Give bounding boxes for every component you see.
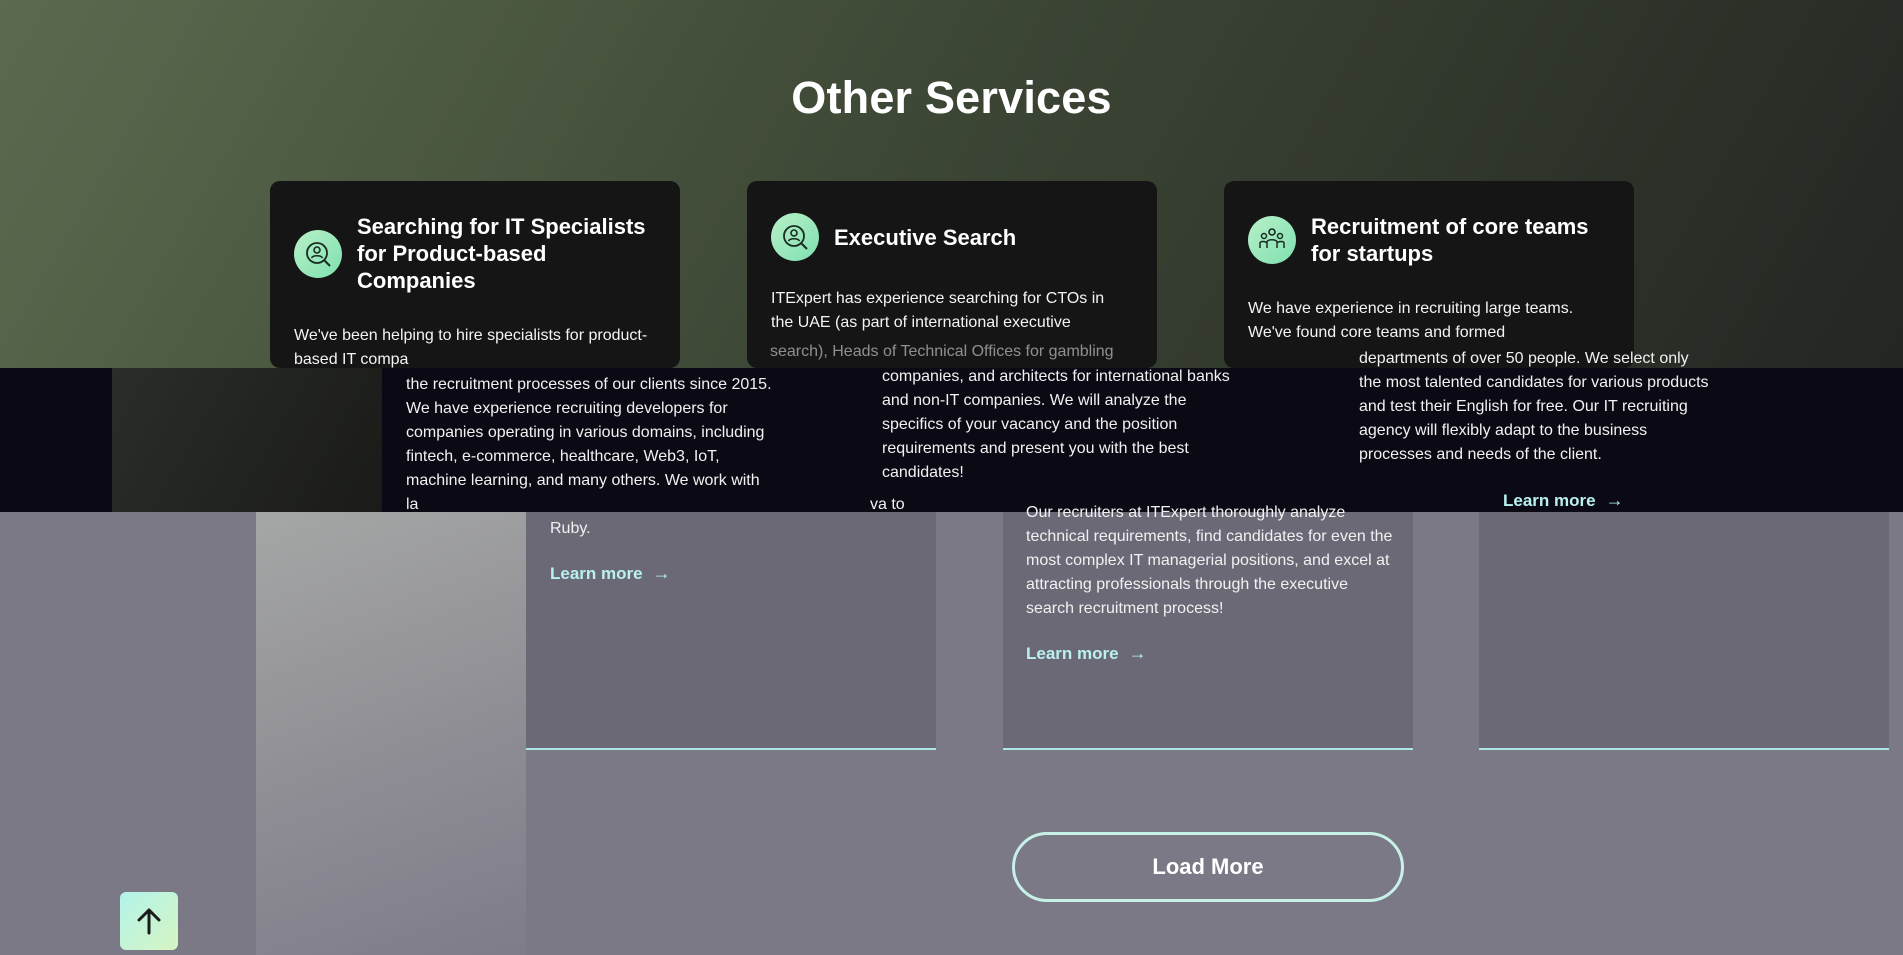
team-icon <box>1248 216 1296 264</box>
background-sheen <box>256 512 526 955</box>
card-intro: We have experience in recruiting large t… <box>1248 300 1574 341</box>
arrow-up-icon <box>137 908 161 935</box>
service-card-it-specialists[interactable]: Searching for IT Specialists for Product… <box>270 181 680 368</box>
card-body-end: Ruby. <box>550 520 591 537</box>
card-title: Executive Search <box>834 224 1017 250</box>
person-search-icon <box>771 213 819 261</box>
section-title: Other Services <box>791 72 1112 123</box>
card-intro-tail: search), Heads of Technical Offices for … <box>770 343 1114 360</box>
service-card-core-teams[interactable]: Recruitment of core teams for startups W… <box>1224 181 1634 368</box>
card-extra: Our recruiters at ITExpert thoroughly an… <box>1026 504 1393 617</box>
card-body: departments of over 50 people. We select… <box>1359 350 1709 463</box>
card-intro: ITExpert has experience searching for CT… <box>771 290 1105 331</box>
card-title: Searching for IT Specialists for Product… <box>357 214 646 293</box>
card-panel-1 <box>526 512 936 750</box>
arrow-right-icon: → <box>652 563 671 583</box>
learn-more-link[interactable]: Learn more → <box>1503 490 1624 511</box>
card-panel-3 <box>1479 512 1889 750</box>
card-title: Recruitment of core teams for startups <box>1311 214 1589 266</box>
scroll-to-top-button[interactable] <box>120 892 178 950</box>
learn-more-link[interactable]: Learn more → <box>550 563 671 584</box>
card-intro: We've been helping to hire specialists f… <box>294 327 648 368</box>
learn-more-link[interactable]: Learn more → <box>1026 643 1147 664</box>
card-body: companies, and architects for internatio… <box>882 368 1230 481</box>
arrow-right-icon: → <box>1605 490 1624 510</box>
card-body: the recruitment processes of our clients… <box>406 376 772 513</box>
person-search-icon <box>294 229 342 278</box>
load-more-button[interactable]: Load More <box>1012 832 1404 902</box>
arrow-right-icon: → <box>1128 643 1147 663</box>
card-body-tail: va to <box>870 496 905 513</box>
